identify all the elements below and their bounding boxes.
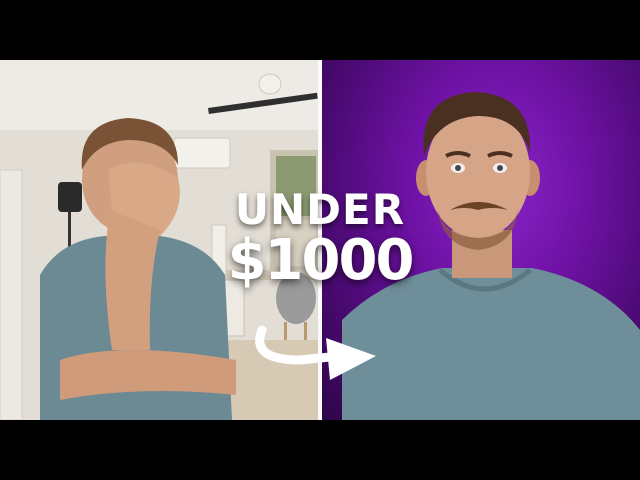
caption-line-price: $1000 bbox=[227, 228, 415, 293]
thumbnail-caption: UNDER $1000 bbox=[222, 188, 418, 290]
caption-line-under: UNDER bbox=[234, 185, 406, 234]
thumbnail-frame: UNDER $1000 bbox=[0, 60, 640, 420]
